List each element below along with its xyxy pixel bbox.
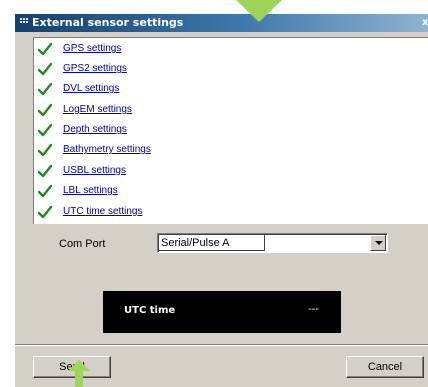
checkmark-icon — [38, 103, 52, 117]
com-port-label: Com Port — [59, 238, 106, 250]
utc-time-label: UTC time — [124, 305, 176, 316]
utc-time-display: UTC time --- — [103, 291, 341, 333]
usbl-settings-link[interactable]: USBL settings — [63, 164, 126, 177]
app-icon — [20, 18, 28, 26]
checkmark-icon — [38, 82, 52, 96]
gps-settings-link[interactable]: GPS settings — [63, 42, 121, 55]
divider — [15, 344, 428, 346]
checkmark-icon — [38, 164, 52, 178]
gps2-settings-link[interactable]: GPS2 settings — [63, 62, 127, 75]
utc-time-settings-link[interactable]: UTC time settings — [63, 205, 142, 218]
title-bar: External sensor settings x — [15, 14, 428, 32]
utc-time-value: --- — [308, 304, 319, 315]
depth-settings-link[interactable]: Depth settings — [63, 123, 127, 136]
window-title: External sensor settings — [32, 16, 184, 29]
list-item-usbl[interactable]: USBL settings — [34, 162, 334, 181]
bathymetry-settings-link[interactable]: Bathymetry settings — [63, 143, 151, 156]
com-port-select[interactable]: Serial/Pulse A — [157, 233, 388, 253]
checkmark-icon — [38, 123, 52, 137]
logem-settings-link[interactable]: LogEM settings — [63, 103, 132, 116]
checkmark-icon — [38, 184, 52, 198]
checkmark-icon — [38, 62, 52, 76]
sensor-settings-list: GPS settings GPS2 settings DVL settings … — [33, 37, 428, 224]
list-item-dvl[interactable]: DVL settings — [34, 80, 334, 99]
lbl-settings-link[interactable]: LBL settings — [63, 184, 118, 197]
checkmark-icon — [38, 42, 52, 56]
list-item-logem[interactable]: LogEM settings — [34, 101, 334, 120]
dropdown-button[interactable] — [370, 235, 386, 251]
list-item-depth[interactable]: Depth settings — [34, 121, 334, 140]
list-item-lbl[interactable]: LBL settings — [34, 182, 334, 201]
cursor-arrow-icon — [68, 360, 90, 387]
dialog-body: GPS settings GPS2 settings DVL settings … — [15, 32, 428, 387]
list-item-gps2[interactable]: GPS2 settings — [34, 60, 334, 79]
cancel-button[interactable]: Cancel — [346, 356, 424, 378]
pointer-arrow-icon — [236, 0, 282, 22]
checkmark-icon — [38, 143, 52, 157]
dvl-settings-link[interactable]: DVL settings — [63, 82, 119, 95]
checkmark-icon — [38, 205, 52, 219]
list-item-bathymetry[interactable]: Bathymetry settings — [34, 141, 334, 160]
list-item-gps[interactable]: GPS settings — [34, 40, 334, 59]
close-button[interactable]: x — [422, 16, 428, 30]
list-item-utc-time[interactable]: UTC time settings — [34, 203, 334, 222]
chevron-down-icon — [375, 241, 383, 245]
com-port-value: Serial/Pulse A — [161, 237, 230, 249]
